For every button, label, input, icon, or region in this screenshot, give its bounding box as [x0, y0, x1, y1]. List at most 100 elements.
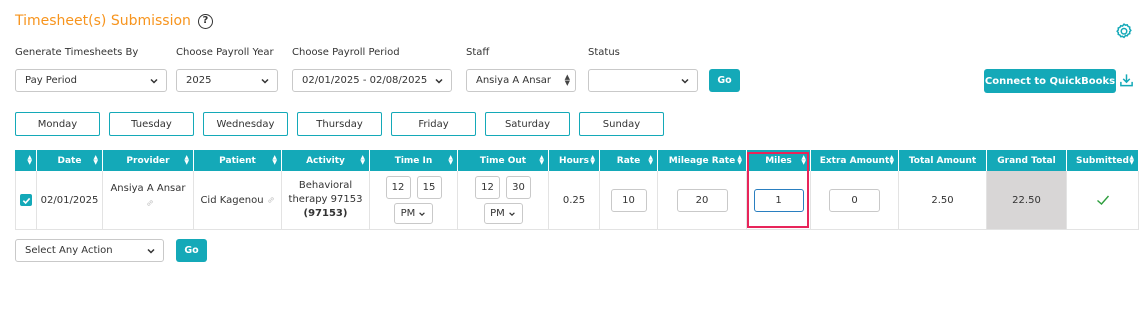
- chevron-down-icon: [419, 211, 426, 216]
- help-icon[interactable]: ?: [197, 13, 213, 29]
- chevron-down-icon: [261, 78, 269, 84]
- total-amount-cell: 2.50: [899, 171, 987, 230]
- time-out-minute-input[interactable]: 30: [506, 176, 531, 199]
- sort-icon: ▲ ▼: [272, 154, 277, 166]
- time-out-cell: 12 30 PM: [458, 171, 549, 230]
- payroll-period-value: 02/01/2025 - 02/08/2025: [302, 75, 428, 86]
- provider-name: Ansiya A Ansar: [110, 183, 186, 194]
- chevron-down-icon: [147, 248, 155, 254]
- sort-icon: ▲ ▼: [360, 154, 365, 166]
- day-button-monday[interactable]: Monday: [15, 112, 100, 136]
- mileage-rate-cell: 20: [658, 171, 747, 230]
- time-in-hour-input[interactable]: 12: [385, 176, 411, 199]
- time-in-ampm-select[interactable]: PM: [394, 203, 433, 224]
- status-select[interactable]: [588, 69, 698, 92]
- day-button-friday[interactable]: Friday: [391, 112, 476, 136]
- staff-label: Staff: [466, 47, 490, 58]
- submitted-cell: [1067, 171, 1139, 230]
- day-button-saturday[interactable]: Saturday: [485, 112, 570, 136]
- payroll-year-label: Choose Payroll Year: [176, 47, 274, 58]
- sort-icon: ▲ ▼: [184, 154, 189, 166]
- column-header-rate[interactable]: Rate ▲ ▼: [600, 150, 658, 171]
- rate-cell: 10: [600, 171, 658, 230]
- row-checkbox[interactable]: [20, 194, 32, 206]
- time-in-cell: 12 15 PM: [370, 171, 458, 230]
- sort-icon: ▲ ▼: [737, 154, 742, 166]
- up-down-arrows-icon: ▲ ▼: [564, 73, 570, 87]
- timesheet-table: ▲ ▼ Date ▲ ▼ Provider ▲ ▼ Patient ▲ ▼ Activity ▲…: [15, 150, 1139, 230]
- time-out-ampm-select[interactable]: PM: [483, 203, 523, 224]
- column-header-time-out[interactable]: Time Out ▲ ▼: [458, 150, 549, 171]
- patient-name: Cid Kagenou: [200, 194, 264, 206]
- time-in-minute-input[interactable]: 15: [416, 176, 442, 199]
- column-header-mileage-rate[interactable]: Mileage Rate ▲ ▼: [658, 150, 747, 171]
- sort-icon: ▲ ▼: [539, 154, 544, 166]
- staff-select[interactable]: Ansiya A Ansar ▲ ▼: [466, 69, 576, 92]
- sort-icon: ▲ ▼: [1129, 154, 1134, 166]
- column-header-extra-amount[interactable]: Extra Amount ▲ ▼: [811, 150, 899, 171]
- day-button-sunday[interactable]: Sunday: [579, 112, 664, 136]
- connect-quickbooks-button[interactable]: Connect to QuickBooks: [984, 69, 1116, 93]
- select-all-header[interactable]: ▲ ▼: [15, 150, 37, 171]
- check-icon: [22, 197, 30, 204]
- column-header-grand-total[interactable]: Grand Total: [987, 150, 1067, 171]
- activity-line1: Behavioral: [298, 180, 353, 191]
- link-icon[interactable]: [267, 196, 275, 204]
- chevron-down-icon: [435, 78, 443, 84]
- sort-icon: ▲ ▼: [648, 154, 653, 166]
- mileage-rate-input[interactable]: 20: [676, 188, 728, 212]
- activity-cell: Behavioral therapy 97153 (97153): [282, 171, 370, 230]
- page-title: Timesheet(s) Submission ?: [15, 13, 213, 29]
- provider-cell: Ansiya A Ansar: [103, 171, 194, 230]
- generate-by-value: Pay Period: [25, 75, 77, 86]
- payroll-year-select[interactable]: 2025: [176, 69, 278, 92]
- time-out-hour-input[interactable]: 12: [475, 176, 500, 199]
- sort-icon: ▲ ▼: [93, 154, 98, 166]
- column-header-date[interactable]: Date ▲ ▼: [37, 150, 103, 171]
- chevron-down-icon: [509, 211, 515, 216]
- status-label: Status: [588, 47, 620, 58]
- link-icon[interactable]: [146, 199, 154, 207]
- payroll-year-value: 2025: [186, 75, 212, 86]
- patient-cell: Cid Kagenou: [194, 171, 282, 230]
- activity-line2: therapy 97153: [288, 194, 363, 205]
- hours-cell: 0.25: [549, 171, 600, 230]
- day-button-thursday[interactable]: Thursday: [297, 112, 382, 136]
- generate-by-label: Generate Timesheets By: [15, 47, 139, 58]
- grand-total-cell: 22.50: [987, 171, 1067, 230]
- generate-by-select[interactable]: Pay Period: [15, 69, 167, 92]
- bulk-action-select[interactable]: Select Any Action: [15, 239, 164, 262]
- gear-icon[interactable]: [1114, 21, 1134, 41]
- bulk-action-go-button[interactable]: Go: [176, 239, 207, 262]
- chevron-down-icon: [681, 78, 689, 84]
- column-header-time-in[interactable]: Time In ▲ ▼: [370, 150, 458, 171]
- column-header-patient[interactable]: Patient ▲ ▼: [194, 150, 282, 171]
- column-header-total-amount[interactable]: Total Amount: [899, 150, 987, 171]
- rate-input[interactable]: 10: [610, 188, 647, 212]
- miles-highlight: [747, 152, 809, 228]
- extra-amount-input[interactable]: 0: [829, 188, 880, 212]
- column-header-provider[interactable]: Provider ▲ ▼: [103, 150, 194, 171]
- day-button-wednesday[interactable]: Wednesday: [203, 112, 288, 136]
- sort-icon: ▲ ▼: [448, 154, 453, 166]
- row-select-cell: [15, 171, 37, 230]
- sort-icon: ▲ ▼: [590, 154, 595, 166]
- day-button-tuesday[interactable]: Tuesday: [109, 112, 194, 136]
- page-title-text: Timesheet(s) Submission: [15, 13, 191, 29]
- extra-amount-cell: 0: [811, 171, 899, 230]
- column-header-submitted[interactable]: Submitted ▲ ▼: [1067, 150, 1139, 171]
- download-icon[interactable]: [1119, 72, 1134, 88]
- staff-value: Ansiya A Ansar: [476, 75, 552, 86]
- bulk-action-value: Select Any Action: [25, 245, 113, 256]
- payroll-period-select[interactable]: 02/01/2025 - 02/08/2025: [292, 69, 452, 92]
- date-cell: 02/01/2025: [37, 171, 103, 230]
- column-header-hours[interactable]: Hours ▲ ▼: [549, 150, 600, 171]
- sort-icon: ▲ ▼: [27, 154, 32, 166]
- activity-code: (97153): [303, 208, 348, 219]
- sort-icon: ▲ ▼: [889, 154, 894, 166]
- chevron-down-icon: [150, 78, 158, 84]
- filter-go-button[interactable]: Go: [709, 69, 740, 92]
- column-header-activity[interactable]: Activity ▲ ▼: [282, 150, 370, 171]
- payroll-period-label: Choose Payroll Period: [292, 47, 400, 58]
- check-icon: [1096, 195, 1109, 205]
